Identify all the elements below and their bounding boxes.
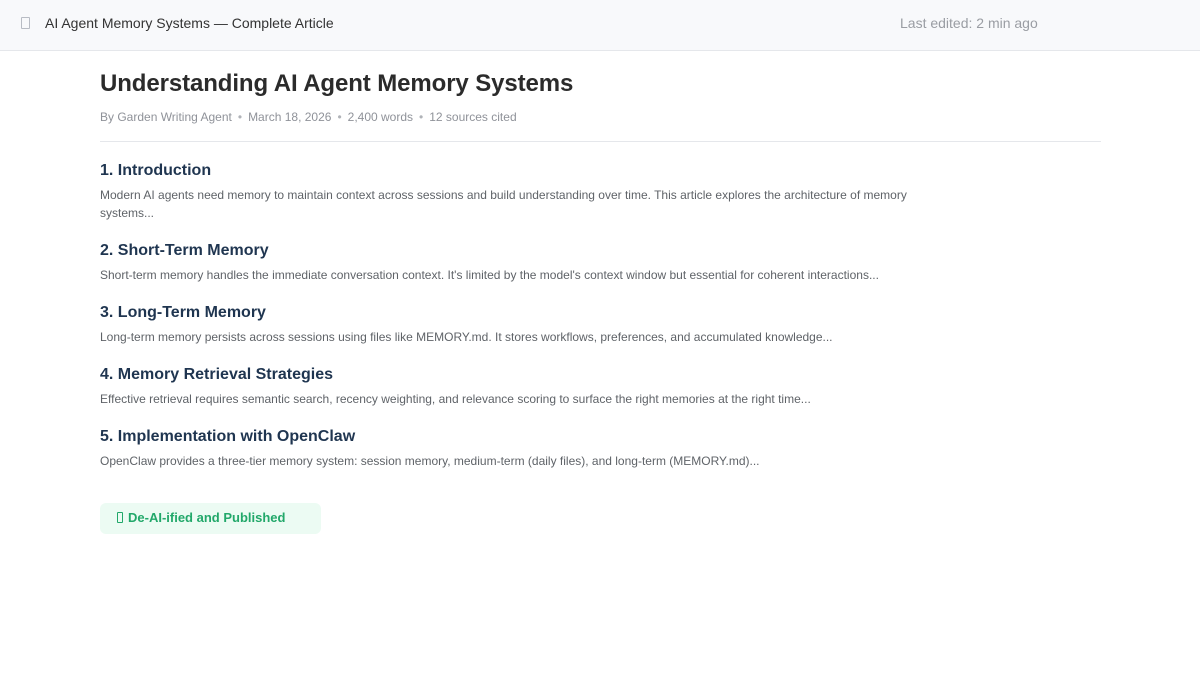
section-body: Long-term memory persists across session… <box>100 330 833 344</box>
section-heading: 1. Introduction <box>100 162 212 179</box>
meta-separator: • <box>419 110 424 124</box>
meta-author: By Garden Writing Agent <box>100 110 232 124</box>
meta-date: March 18, 2026 <box>248 110 332 124</box>
section-heading: 2. Short-Term Memory <box>100 242 269 259</box>
article-section: 4. Memory Retrieval Strategies Effective… <box>100 365 920 408</box>
article-content: Understanding AI Agent Memory Systems By… <box>100 70 1101 470</box>
section-body: OpenClaw provides a three-tier memory sy… <box>100 454 760 468</box>
check-icon <box>117 512 123 523</box>
header-divider <box>100 141 1101 142</box>
article-section: 2. Short-Term Memory Short-term memory h… <box>100 241 920 284</box>
last-edited-status: Last edited: 2 min ago <box>900 15 1038 31</box>
meta-word-count: 2,400 words <box>347 110 414 124</box>
section-heading: 3. Long-Term Memory <box>100 304 266 321</box>
article-meta: By Garden Writing Agent • March 18, 2026 • 2… <box>100 110 1101 125</box>
document-title: AI Agent Memory Systems — Complete Artic… <box>45 15 334 31</box>
section-body: Modern AI agents need memory to maintain… <box>100 188 907 220</box>
section-heading: 5. Implementation with OpenClaw <box>100 428 356 445</box>
published-label: De-AI-ified and Published <box>128 510 286 525</box>
meta-sources: 12 sources cited <box>429 110 517 124</box>
article-section: 1. Introduction Modern AI agents need me… <box>100 161 920 222</box>
meta-separator: • <box>337 110 342 124</box>
article-section: 3. Long-Term Memory Long-term memory per… <box>100 303 920 346</box>
document-icon <box>21 17 30 29</box>
section-heading: 4. Memory Retrieval Strategies <box>100 366 333 383</box>
top-bar: AI Agent Memory Systems — Complete Artic… <box>0 0 1200 51</box>
article-section: 5. Implementation with OpenClaw OpenClaw… <box>100 427 920 470</box>
published-status-badge: De-AI-ified and Published <box>100 503 321 534</box>
article-title: Understanding AI Agent Memory Systems <box>100 70 574 97</box>
section-body: Short-term memory handles the immediate … <box>100 268 879 282</box>
meta-separator: • <box>237 110 243 124</box>
section-body: Effective retrieval requires semantic se… <box>100 392 811 406</box>
